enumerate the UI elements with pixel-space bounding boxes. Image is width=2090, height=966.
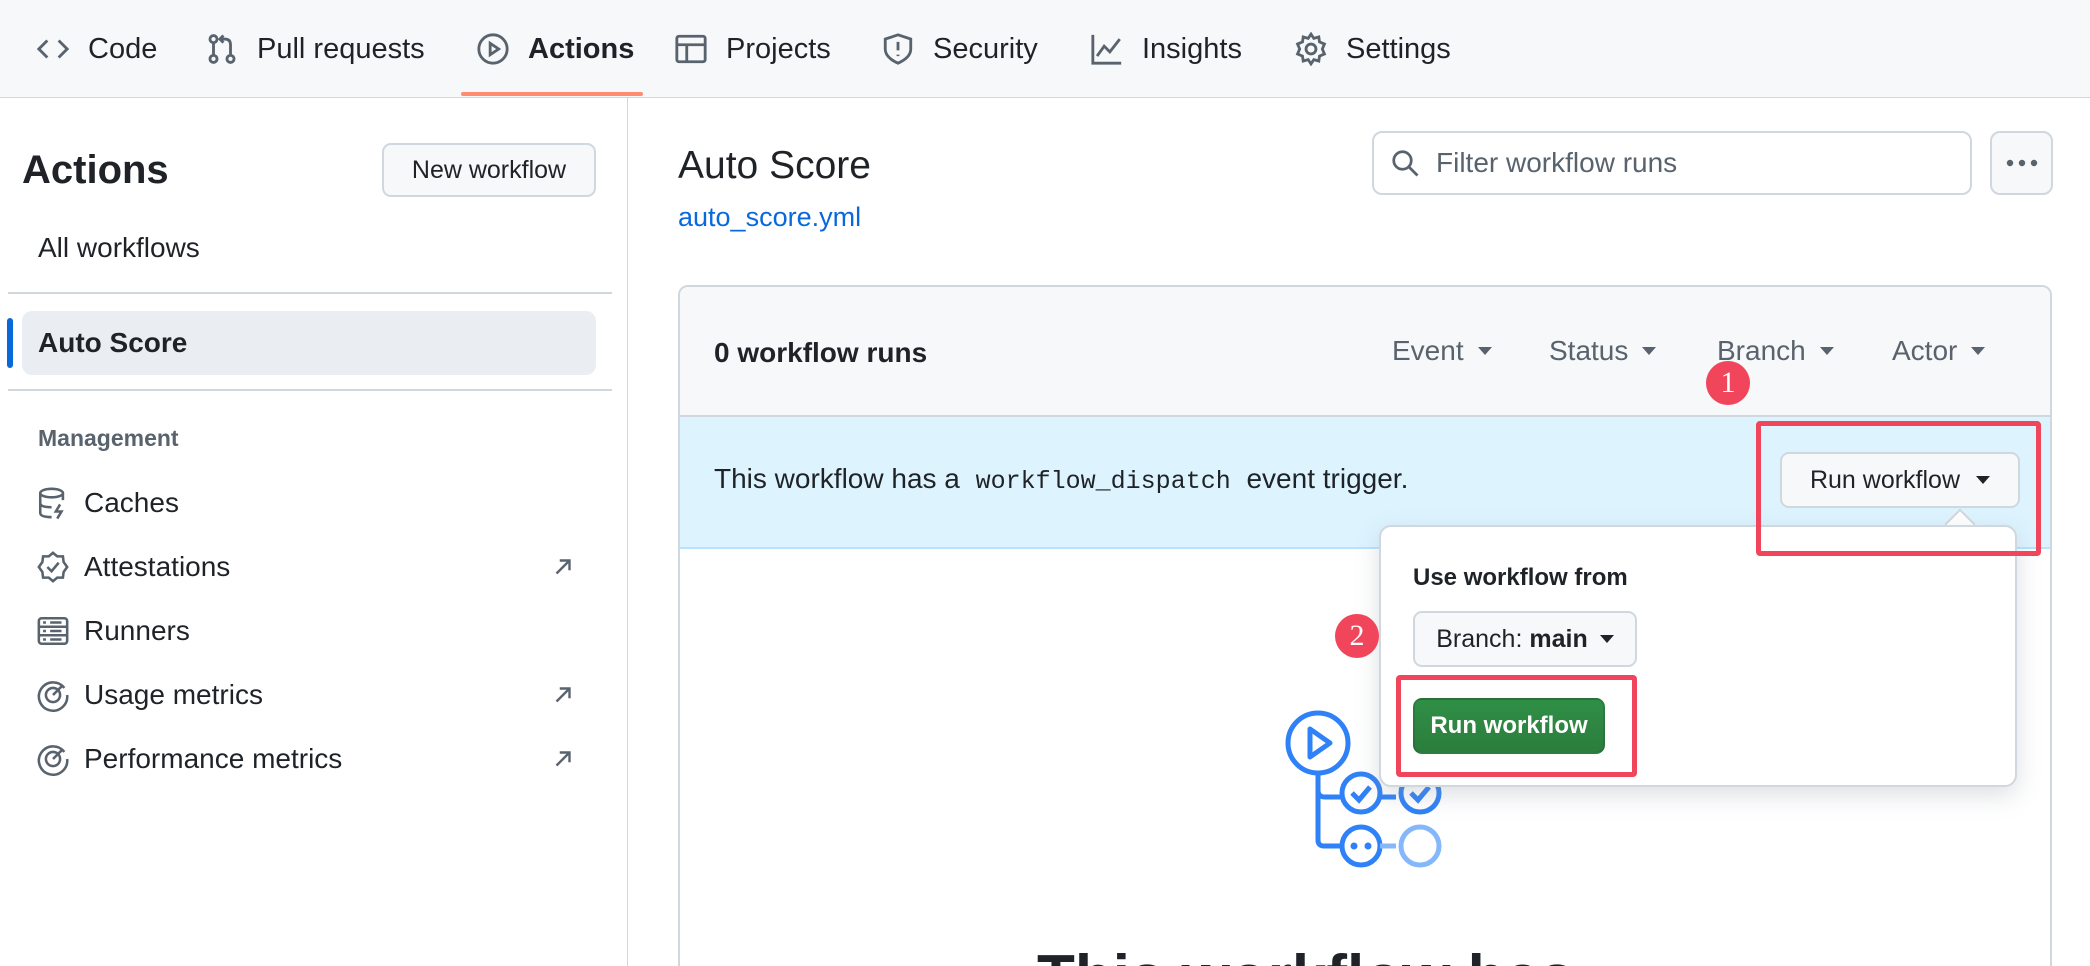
sidebar-item-label: Caches: [84, 487, 179, 518]
tab-security[interactable]: Security: [881, 0, 1038, 98]
gear-icon: [1295, 32, 1327, 66]
banner-text-post: event trigger.: [1246, 463, 1409, 494]
meter-icon: [37, 745, 69, 776]
filter-actor[interactable]: Actor: [1892, 335, 1986, 367]
banner-text: This workflow has a workflow_dispatch ev…: [714, 463, 1408, 496]
caret-down-icon: [1819, 347, 1834, 355]
workflow-file-link[interactable]: auto_score.yml: [678, 202, 861, 233]
sidebar-item-usage-metrics[interactable]: Usage metrics: [36, 675, 596, 715]
external-link-icon: [555, 559, 571, 575]
tab-projects[interactable]: Projects: [674, 0, 831, 98]
sidebar-divider: [8, 292, 612, 294]
sidebar-title: Actions: [22, 148, 169, 192]
banner-text-pre: This workflow has a: [714, 463, 960, 494]
sidebar-item-all-workflows[interactable]: All workflows: [38, 232, 200, 264]
branch-value: main: [1529, 624, 1588, 653]
caret-down-icon: [1971, 347, 1986, 355]
play-icon: [477, 33, 509, 65]
active-indicator: [7, 318, 13, 368]
sidebar-item-attestations[interactable]: Attestations: [36, 547, 596, 587]
new-workflow-button[interactable]: New workflow: [382, 143, 596, 197]
tab-actions[interactable]: Actions: [476, 0, 634, 98]
section-heading: Management: [38, 425, 179, 451]
tab-label: Pull requests: [257, 32, 425, 65]
runs-header: 0 workflow runs Event Status Branch Acto…: [680, 287, 2050, 417]
more-options-button[interactable]: [1990, 131, 2053, 195]
empty-state-heading: This workflow has: [1037, 942, 1574, 966]
external-link-icon: [555, 687, 571, 703]
tab-code[interactable]: Code: [36, 0, 157, 98]
filter-status[interactable]: Status: [1549, 335, 1657, 367]
sidebar-item-caches[interactable]: Caches: [36, 483, 596, 523]
server-icon: [37, 616, 69, 646]
tab-insights[interactable]: Insights: [1090, 0, 1242, 98]
caret-down-icon: [1976, 476, 1991, 484]
tab-label: Insights: [1142, 32, 1242, 65]
tab-settings[interactable]: Settings: [1294, 0, 1451, 98]
popover-label: Use workflow from: [1413, 564, 1628, 591]
runs-count: 0 workflow runs: [714, 337, 928, 368]
tab-label: Code: [88, 32, 158, 65]
tab-label: Security: [933, 32, 1038, 65]
step-marker-1: 1: [1706, 361, 1750, 405]
sidebar-divider: [8, 389, 612, 391]
branch-prefix: Branch:: [1436, 624, 1523, 653]
sidebar-item-runners[interactable]: Runners: [36, 611, 596, 651]
run-workflow-popover: Use workflow from Branch: main Run workf…: [1379, 525, 2017, 787]
filter-label: Status: [1549, 335, 1629, 366]
filter-label: Event: [1392, 335, 1464, 366]
tab-label: Actions: [528, 32, 635, 65]
kebab-horizontal-icon: [2006, 159, 2037, 167]
external-link-icon: [555, 751, 571, 767]
search-icon: [1392, 150, 1419, 177]
tab-pull-requests[interactable]: Pull requests: [205, 0, 425, 98]
sidebar-item-label: Auto Score: [38, 327, 188, 358]
workflow-title: Auto Score: [678, 144, 871, 187]
caret-down-icon: [1477, 347, 1492, 355]
filter-runs-search[interactable]: [1372, 131, 1972, 195]
active-tab-underline: [461, 92, 643, 96]
sidebar-item-label: Attestations: [84, 551, 231, 582]
sidebar-item-label: Runners: [84, 615, 190, 646]
branch-select-button[interactable]: Branch: main: [1413, 611, 1637, 667]
sidebar-item-label: Performance metrics: [84, 743, 343, 774]
search-input[interactable]: [1436, 147, 1956, 179]
shield-icon: [883, 33, 913, 65]
verified-icon: [37, 551, 69, 583]
sidebar-item-performance-metrics[interactable]: Performance metrics: [36, 739, 596, 779]
filter-event[interactable]: Event: [1392, 335, 1492, 367]
run-workflow-submit-button[interactable]: Run workflow: [1413, 698, 1605, 754]
banner-code: workflow_dispatch: [975, 467, 1231, 496]
sidebar: [0, 98, 628, 966]
sidebar-item-label: Usage metrics: [84, 679, 263, 710]
table-icon: [675, 34, 707, 64]
graph-icon: [1091, 34, 1122, 65]
meter-icon: [37, 681, 69, 712]
repo-nav: Code Pull requests Actions Projects Secu…: [0, 0, 2090, 98]
tab-label: Projects: [726, 32, 831, 65]
caret-down-icon: [1642, 347, 1657, 355]
code-icon: [36, 39, 70, 59]
caret-down-icon: [1599, 635, 1614, 643]
run-workflow-dropdown-button[interactable]: Run workflow: [1780, 452, 2020, 508]
filter-label: Actor: [1892, 335, 1958, 366]
step-marker-2: 2: [1335, 614, 1379, 658]
button-label: Run workflow: [1809, 465, 1961, 494]
tab-label: Settings: [1346, 32, 1451, 65]
database-icon: [38, 487, 65, 520]
pull-request-icon: [208, 34, 236, 64]
